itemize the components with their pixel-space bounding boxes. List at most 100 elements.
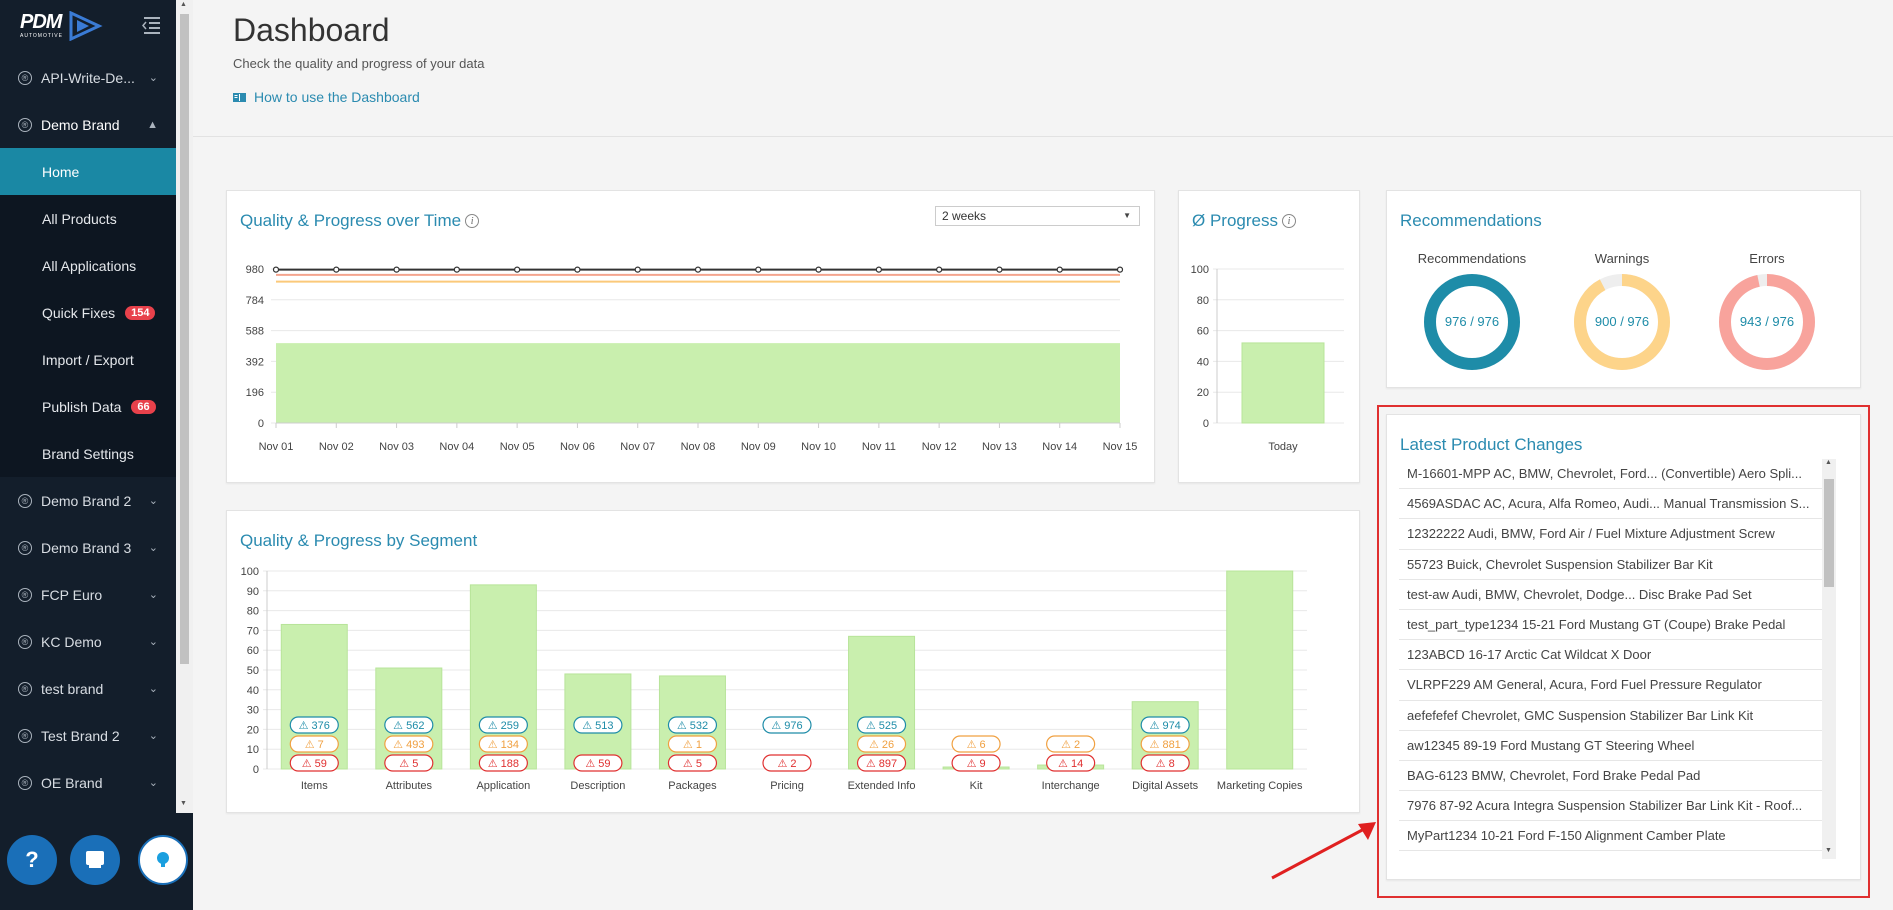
y-tick-label: 20: [247, 724, 259, 736]
sidebar-brand-item[interactable]: ® Demo Brand ▲: [0, 101, 176, 148]
donut-value: 976 / 976: [1444, 314, 1500, 329]
sidebar-brand-label: Demo Brand: [41, 116, 120, 133]
annotation-arrow-icon: [1271, 822, 1376, 880]
scroll-up-icon[interactable]: ▲: [180, 1, 187, 8]
registered-icon: ®: [18, 493, 32, 508]
status-badge-text: ⚠ 976: [771, 720, 802, 732]
x-tick-label: Nov 09: [741, 441, 776, 453]
notification-button[interactable]: [138, 835, 188, 885]
data-point: [815, 266, 822, 273]
sidebar-item-label: Quick Fixes: [42, 304, 116, 321]
sidebar-item-label: Publish Data: [42, 398, 122, 415]
menu-collapse-icon[interactable]: [140, 14, 162, 36]
y-tick-label: 392: [246, 356, 264, 368]
y-tick-label: 196: [246, 387, 264, 399]
x-tick-label: Attributes: [386, 780, 433, 792]
sidebar-brand-item[interactable]: ® FCP Euro ⌄: [0, 571, 176, 618]
sidebar-item-label: Import / Export: [42, 351, 134, 368]
x-tick-label: Packages: [668, 780, 717, 792]
x-tick-label: Description: [570, 780, 625, 792]
chevron-down-icon[interactable]: ⌄: [149, 588, 158, 601]
sidebar-brand-item[interactable]: ® test brand ⌄: [0, 665, 176, 712]
lightbulb-icon: [157, 852, 169, 867]
y-tick-label: 0: [253, 764, 259, 776]
status-badge-text: ⚠ 376: [299, 720, 330, 732]
status-badge-text: ⚠ 188: [488, 758, 519, 770]
y-tick-label: 0: [258, 418, 264, 430]
book-icon: [233, 92, 246, 102]
sidebar-item-label: Home: [42, 163, 80, 180]
sidebar-brand-label: test brand: [41, 680, 104, 697]
sidebar-item[interactable]: Publish Data 66: [0, 383, 176, 430]
sidebar-item[interactable]: Quick Fixes 154: [0, 289, 176, 336]
scrollbar-thumb[interactable]: [180, 14, 189, 664]
x-tick-label: Nov 12: [922, 441, 957, 453]
status-badge-text: ⚠ 513: [582, 720, 613, 732]
x-tick-label: Digital Assets: [1132, 780, 1199, 792]
sidebar-brand-item[interactable]: ® OE Brand ⌄: [0, 759, 176, 806]
data-point: [453, 266, 460, 273]
data-point: [574, 266, 581, 273]
x-tick-label: Nov 03: [379, 441, 414, 453]
donut-value: 943 / 976: [1739, 314, 1795, 329]
chevron-down-icon[interactable]: ⌄: [149, 494, 158, 507]
data-point: [996, 266, 1003, 273]
y-tick-label: 70: [247, 625, 259, 637]
logo-play-icon: [69, 11, 103, 41]
status-badge-text: ⚠ 1: [683, 739, 702, 751]
highlight-box: [1377, 405, 1870, 898]
how-to-link[interactable]: How to use the Dashboard: [233, 89, 420, 105]
status-badge-text: ⚠ 134: [488, 739, 519, 751]
x-tick-label: Nov 10: [801, 441, 836, 453]
sidebar-brand-item[interactable]: ® Demo Brand 3 ⌄: [0, 524, 176, 571]
status-badge-text: ⚠ 259: [488, 720, 519, 732]
help-button[interactable]: ?: [7, 835, 57, 885]
x-tick-label: Kit: [970, 780, 983, 792]
messages-button[interactable]: [70, 835, 120, 885]
chevron-down-icon[interactable]: ⌄: [149, 729, 158, 742]
registered-icon: ®: [18, 70, 32, 85]
chevron-down-icon[interactable]: ⌄: [149, 776, 158, 789]
sidebar-brand-item[interactable]: ® API-Write-De... ⌄: [0, 54, 176, 101]
chevron-down-icon[interactable]: ⌄: [149, 71, 158, 84]
x-tick-label: Nov 06: [560, 441, 595, 453]
pdm-logo[interactable]: PDM AUTOMOTIVE: [20, 8, 103, 44]
registered-icon: ®: [18, 728, 32, 743]
donut-label: Errors: [1749, 251, 1785, 266]
chevron-up-icon[interactable]: ▲: [147, 119, 158, 131]
chevron-down-icon[interactable]: ⌄: [149, 682, 158, 695]
y-tick-label: 10: [247, 744, 259, 756]
sidebar-item[interactable]: Home: [0, 148, 176, 195]
sidebar-brand-item[interactable]: ® Demo Brand 2 ⌄: [0, 477, 176, 524]
recommendations-card: Recommendations Recommendations 976 / 976…: [1386, 190, 1861, 388]
registered-icon: ®: [18, 117, 32, 132]
status-badge-text: ⚠ 59: [302, 758, 327, 770]
sidebar-brand-item[interactable]: ® KC Demo ⌄: [0, 618, 176, 665]
data-point: [272, 266, 280, 273]
x-tick-label: Nov 08: [681, 441, 716, 453]
status-badge-text: ⚠ 493: [393, 739, 424, 751]
scroll-down-icon[interactable]: ▼: [180, 800, 187, 807]
sidebar-item[interactable]: Import / Export: [0, 336, 176, 383]
x-tick-label: Nov 14: [1042, 441, 1077, 453]
data-point: [875, 266, 882, 273]
data-point: [755, 266, 762, 273]
sidebar-item[interactable]: All Applications: [0, 242, 176, 289]
sidebar-item[interactable]: Brand Settings: [0, 430, 176, 477]
data-point: [694, 266, 702, 273]
sidebar-scrollbar[interactable]: ▲ ▼: [176, 0, 193, 813]
sidebar-item-label: All Products: [42, 210, 117, 227]
chevron-down-icon[interactable]: ⌄: [149, 635, 158, 648]
sidebar-item[interactable]: All Products: [0, 195, 176, 242]
time-chart: 0 196 392 588 784 980 Nov 01 Nov 02 Nov 03 Nov 04…: [246, 264, 1138, 453]
y-tick-label: 100: [241, 566, 259, 578]
y-tick-label: 100: [1191, 264, 1209, 276]
status-badge-text: ⚠ 2: [777, 758, 796, 770]
y-tick-label: 980: [246, 264, 264, 276]
sidebar-brand-label: FCP Euro: [41, 586, 103, 603]
y-tick-label: 60: [1197, 326, 1209, 338]
sidebar-brand-item[interactable]: ® Test Brand 2 ⌄: [0, 712, 176, 759]
chevron-down-icon[interactable]: ⌄: [149, 541, 158, 554]
y-tick-label: 60: [247, 645, 259, 657]
data-point: [1116, 266, 1124, 273]
